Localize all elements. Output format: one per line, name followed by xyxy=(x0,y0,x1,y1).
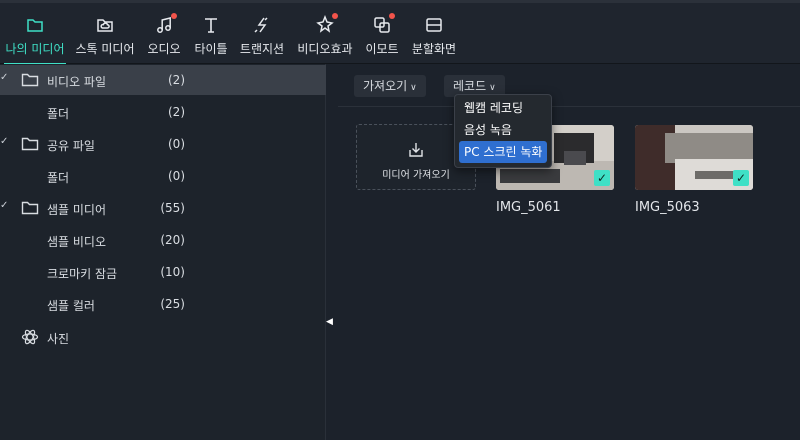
sidebar-item-photos[interactable]: 사진 xyxy=(0,322,326,352)
sidebar-item-label: 비디오 파일 xyxy=(47,75,107,89)
folder-icon xyxy=(21,137,39,151)
tab-label: 스톡 미디어 xyxy=(75,42,135,56)
music-note-icon xyxy=(154,13,177,35)
import-button-label: 가져오기 xyxy=(363,79,408,93)
tab-titles[interactable]: 타이틀 xyxy=(192,15,230,65)
cloud-folder-icon xyxy=(95,15,115,35)
expand-chevron-icon[interactable]: ✓ xyxy=(0,72,8,83)
tab-label: 오디오 xyxy=(147,42,181,56)
sidebar-item-sample-video[interactable]: 샘플 비디오 (20) xyxy=(0,225,326,255)
tab-stock-media[interactable]: 스톡 미디어 xyxy=(74,15,136,65)
tab-label: 타이틀 xyxy=(194,42,228,56)
record-button-label: 레코드 xyxy=(453,79,487,93)
sidebar-item-label: 샘플 미디어 xyxy=(47,203,107,217)
media-name: IMG_5061 xyxy=(496,200,561,215)
checkmark-icon: ✓ xyxy=(733,170,749,186)
import-dropdown-button[interactable]: 가져오기 ∨ xyxy=(354,75,426,97)
folder-icon xyxy=(25,15,45,35)
expand-chevron-icon[interactable]: ✓ xyxy=(0,136,8,147)
import-tile-label: 미디어 가져오기 xyxy=(382,170,450,181)
emote-icon xyxy=(372,13,395,35)
chevron-down-icon: ∨ xyxy=(410,83,417,93)
media-thumbnail[interactable]: ✓ xyxy=(635,125,753,190)
media-sidebar: ✓ 비디오 파일 (2) 폴더 (2) ✓ 공유 파일 (0) 폴더 (0) ✓… xyxy=(0,64,326,440)
tab-video-effects[interactable]: 비디오효과 xyxy=(296,13,354,65)
record-dropdown-menu: 웹캠 레코딩 음성 녹음 PC 스크린 녹화 xyxy=(454,94,552,168)
import-download-icon xyxy=(409,143,423,157)
menu-item-webcam-recording[interactable]: 웹캠 레코딩 xyxy=(459,97,547,119)
sidebar-item-video-files[interactable]: ✓ 비디오 파일 (2) xyxy=(0,65,326,95)
tab-emote[interactable]: 이모트 xyxy=(364,13,400,65)
sidebar-item-label: 샘플 비디오 xyxy=(47,235,107,249)
tab-transitions[interactable]: 트랜지션 xyxy=(238,15,286,65)
sidebar-item-count: (0) xyxy=(168,169,185,183)
new-badge xyxy=(171,13,177,19)
tab-split-screen[interactable]: 분할화면 xyxy=(410,15,458,65)
transition-icon xyxy=(252,15,272,35)
sidebar-item-sample-colors[interactable]: 샘플 컬러 (25) xyxy=(0,289,326,319)
menu-item-screen-recording[interactable]: PC 스크린 녹화 xyxy=(459,141,547,163)
tab-my-media[interactable]: 나의 미디어 xyxy=(4,15,66,65)
tab-audio[interactable]: 오디오 xyxy=(146,13,182,65)
tab-label: 비디오효과 xyxy=(297,42,353,56)
tab-label: 분할화면 xyxy=(411,42,457,56)
sidebar-item-folder[interactable]: 폴더 (0) xyxy=(0,161,326,191)
tab-label: 트랜지션 xyxy=(239,42,285,56)
sidebar-item-label: 사진 xyxy=(47,332,70,346)
sidebar-item-count: (10) xyxy=(160,265,185,279)
chevron-down-icon: ∨ xyxy=(489,83,496,93)
sidebar-item-count: (2) xyxy=(168,105,185,119)
sidebar-item-shared-files[interactable]: ✓ 공유 파일 (0) xyxy=(0,129,326,159)
sidebar-item-label: 폴더 xyxy=(47,107,70,121)
atom-photo-icon xyxy=(21,329,39,345)
sidebar-item-folder[interactable]: 폴더 (2) xyxy=(0,97,326,127)
collapse-sidebar-arrow-icon[interactable]: ◀ xyxy=(326,314,336,330)
text-t-icon xyxy=(201,15,221,35)
sidebar-item-count: (20) xyxy=(160,233,185,247)
media-name: IMG_5063 xyxy=(635,200,700,215)
tab-label: 나의 미디어 xyxy=(5,42,65,56)
sidebar-item-count: (0) xyxy=(168,137,185,151)
sidebar-item-count: (55) xyxy=(160,201,185,215)
folder-icon xyxy=(21,73,39,87)
media-library-panel: 가져오기 ∨ 레코드 ∨ 미디어 가져오기 ✓ IMG_5061 ✓ IMG_5… xyxy=(338,64,800,440)
new-badge xyxy=(332,13,338,19)
media-toolbar: 나의 미디어 스톡 미디어 오디오 타이틀 트랜지션 비디오효과 이모트 분할화… xyxy=(0,0,800,65)
effects-sparkle-icon xyxy=(315,13,338,35)
sidebar-item-count: (25) xyxy=(160,297,185,311)
sidebar-item-label: 폴더 xyxy=(47,171,70,185)
sidebar-item-label: 크로마키 잠금 xyxy=(47,267,118,281)
tab-label: 이모트 xyxy=(365,42,399,56)
filmora-editor-window: 나의 미디어 스톡 미디어 오디오 타이틀 트랜지션 비디오효과 이모트 분할화… xyxy=(0,0,800,440)
split-screen-icon xyxy=(424,15,444,35)
checkmark-icon: ✓ xyxy=(594,170,610,186)
folder-icon xyxy=(21,201,39,215)
sidebar-item-label: 샘플 컬러 xyxy=(47,299,95,313)
sidebar-item-count: (2) xyxy=(168,73,185,87)
sidebar-item-chroma-key[interactable]: 크로마키 잠금 (10) xyxy=(0,257,326,287)
media-actions-bar: 가져오기 ∨ 레코드 ∨ xyxy=(338,64,800,107)
sidebar-item-sample-media[interactable]: ✓ 샘플 미디어 (55) xyxy=(0,193,326,223)
new-badge xyxy=(389,13,395,19)
sidebar-item-label: 공유 파일 xyxy=(47,139,95,153)
menu-item-voice-recording[interactable]: 음성 녹음 xyxy=(459,119,547,141)
expand-chevron-icon[interactable]: ✓ xyxy=(0,200,8,211)
